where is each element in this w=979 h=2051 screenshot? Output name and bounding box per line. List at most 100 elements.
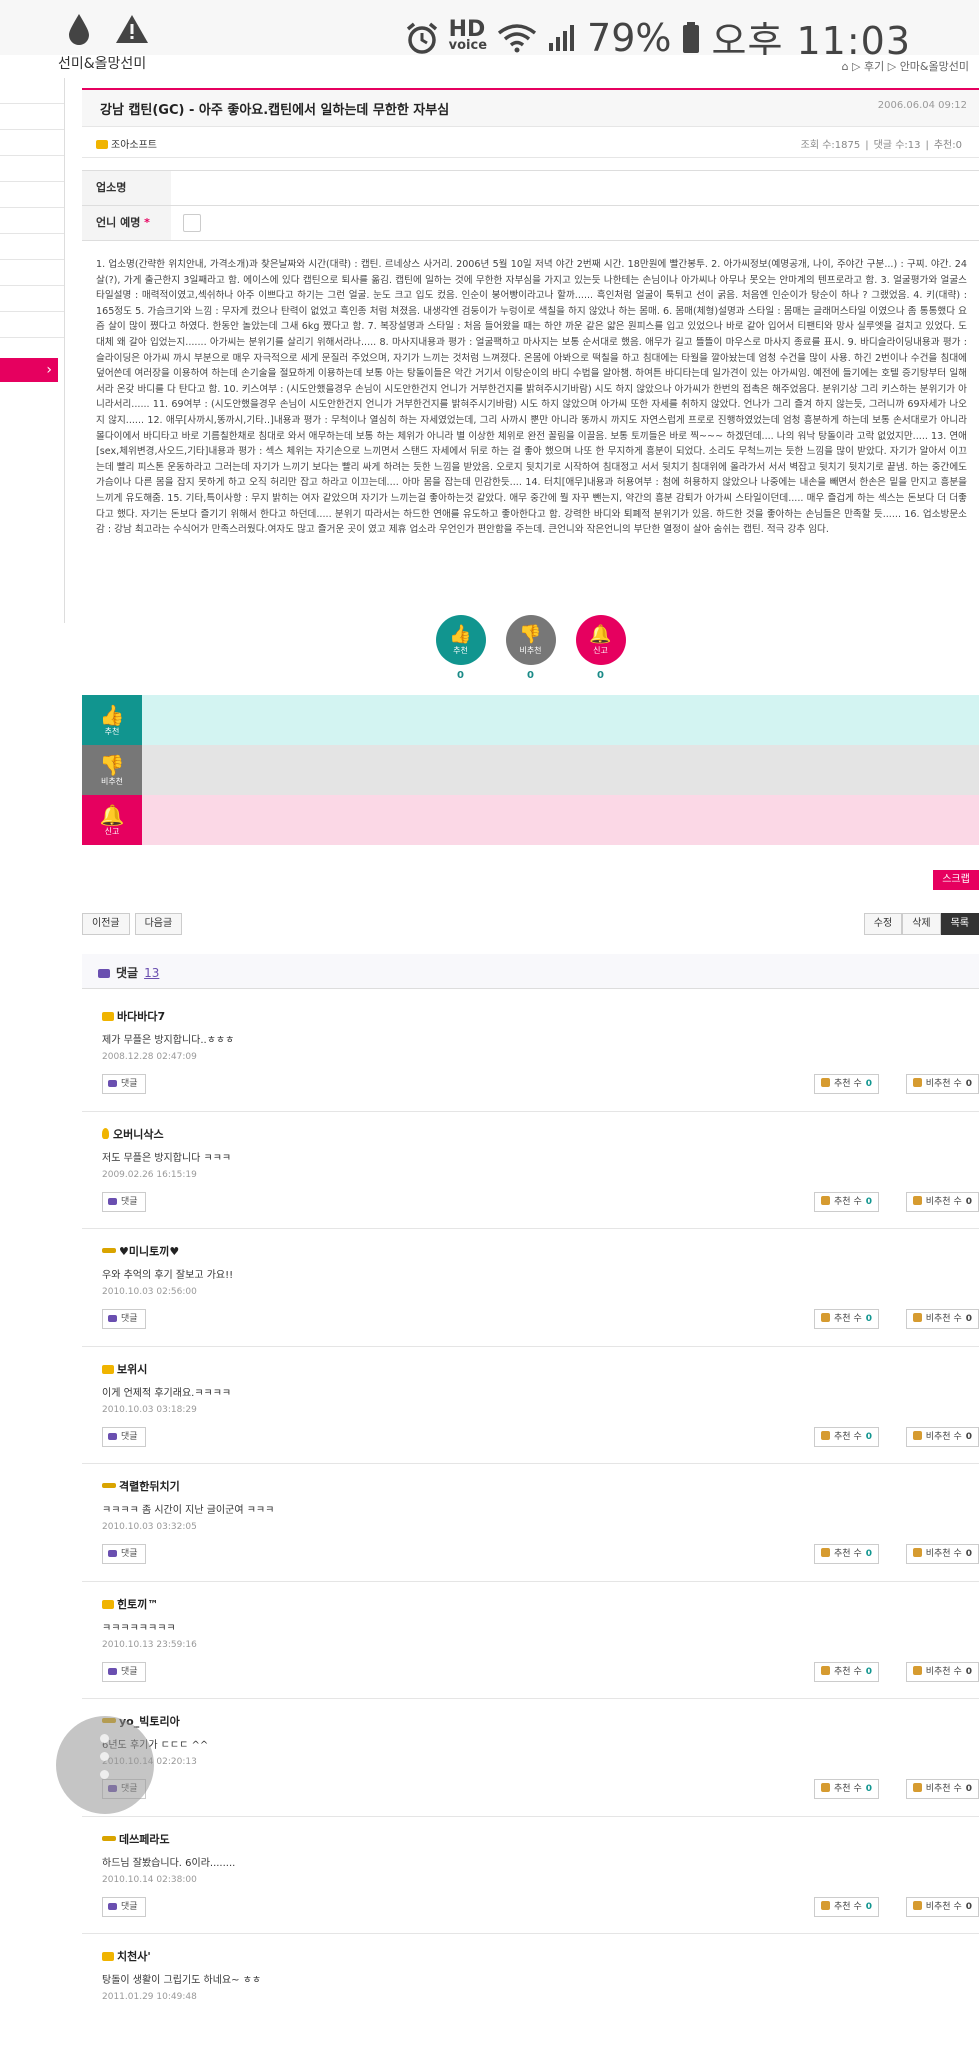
reply-button[interactable]: 댓글 [102, 1074, 146, 1094]
extra-fields: 업소명 언니 예명 * [82, 170, 979, 241]
crown-icon [102, 1599, 114, 1609]
sidebar-item[interactable] [0, 208, 64, 234]
comment-date: 2010.10.03 02:56:00 [102, 1287, 197, 1297]
comment-item: 오버니삭스 저도 무플은 방지합니다 ㅋㅋㅋ 2009.02.26 16:15:… [82, 1112, 979, 1229]
comment-count-link[interactable]: 13 [144, 966, 159, 980]
wifi-icon [497, 23, 537, 52]
nonrecommend-band[interactable]: 👎 비추천 [82, 745, 979, 795]
crown-icon [102, 1364, 114, 1374]
comment-date: 2010.10.13 23:59:16 [102, 1639, 197, 1650]
sidebar-item[interactable] [0, 260, 64, 286]
breadcrumb[interactable]: ⌂ ▷ 후기 ▷ 안마&올망선미 [842, 58, 969, 74]
comment-author[interactable]: 보위시 [102, 1361, 147, 1377]
list-button[interactable]: 목록 [940, 913, 979, 935]
comment-recommend-button[interactable]: 추천 수0 [814, 1426, 879, 1447]
recommend-band[interactable]: 👍 추천 [82, 695, 979, 745]
comment-date: 2010.10.03 03:32:05 [102, 1522, 197, 1532]
comment-nonrecommend-button[interactable]: 비추천 수0 [905, 1544, 979, 1564]
field-checkbox[interactable] [183, 214, 201, 232]
alarm-icon [406, 22, 437, 54]
comment-bubble-icon [108, 1902, 117, 1910]
comment-date: 2010.10.14 02:38:00 [102, 1874, 197, 1885]
siren-icon: 🔔 [99, 802, 125, 827]
comment-nonrecommend-button[interactable]: 비추천 수0 [905, 1661, 979, 1682]
reply-button[interactable]: 댓글 [102, 1896, 146, 1917]
comment-nonrecommend-button[interactable]: 비추천 수0 [905, 1426, 979, 1447]
level-badge-icon [102, 1835, 116, 1841]
comment-date: 2010.10.03 03:18:29 [102, 1404, 197, 1415]
top-strip: 선미&올망선미 ⌂ ▷ 후기 ▷ 안마&올망선미 [0, 55, 979, 73]
post-title: 강남 캡틴(GC) - 아주 좋아요.캡틴에서 일하는데 무한한 자부심 [100, 103, 450, 118]
comment-author[interactable]: 치천사' [102, 1948, 151, 1964]
comment-bubble-icon [108, 1197, 117, 1205]
reply-button[interactable]: 댓글 [102, 1661, 146, 1682]
comment-text: ㅋㅋㅋㅋ 좀 시간이 지난 글이군여 ㅋㅋㅋ [102, 1505, 275, 1516]
reply-button[interactable]: 댓글 [102, 1544, 146, 1564]
sidebar-item[interactable] [0, 130, 64, 156]
board-title: 선미&올망선미 [58, 56, 147, 72]
prev-post-button[interactable]: 이전글 [82, 913, 130, 935]
sidebar-item[interactable] [0, 104, 64, 130]
comment-date: 2009.02.26 16:15:19 [102, 1169, 197, 1180]
status-bar: HD voice 79% 오후 11:03 [0, 0, 979, 63]
field-label-nickname: 언니 예명 * [82, 206, 171, 240]
comment-recommend-button[interactable]: 추천 수0 [814, 1074, 879, 1094]
recommend-button[interactable]: 👍 추천 [435, 615, 486, 665]
comment-author[interactable]: 격렬한뒤치기 [102, 1478, 180, 1494]
dot-icon [100, 1752, 109, 1761]
comment-recommend-button[interactable]: 추천 수0 [814, 1661, 879, 1682]
comment-recommend-button[interactable]: 추천 수0 [814, 1544, 879, 1564]
reply-button[interactable]: 댓글 [102, 1309, 146, 1329]
sidebar-item[interactable] [0, 286, 64, 312]
comment-recommend-button[interactable]: 추천 수0 [814, 1896, 879, 1917]
sidebar-item[interactable] [0, 234, 64, 260]
crown-icon [102, 1952, 114, 1961]
thumbs-down-icon [912, 1430, 922, 1440]
water-drop-icon [69, 14, 89, 45]
lightbulb-icon [102, 1127, 109, 1139]
comment-nonrecommend-button[interactable]: 비추천 수0 [905, 1779, 979, 1799]
comment-bubble-icon [108, 1080, 117, 1087]
comment-nonrecommend-button[interactable]: 비추천 수0 [905, 1309, 979, 1329]
comment-author[interactable]: 데쓰페라도 [102, 1831, 170, 1847]
vote-bands: 👍 추천 👎 비추천 🔔 신고 [82, 695, 979, 845]
reply-button[interactable]: 댓글 [102, 1426, 146, 1447]
signal-icon [549, 24, 575, 51]
floating-menu-button[interactable] [56, 1716, 154, 1814]
thumbs-up-icon [821, 1195, 831, 1205]
report-band[interactable]: 🔔 신고 [82, 795, 979, 845]
sidebar-item[interactable] [0, 156, 64, 182]
thumbs-up-icon [821, 1548, 831, 1557]
comment-author[interactable]: 바다바다7 [102, 1008, 165, 1024]
scrap-button[interactable]: 스크랩 [933, 870, 979, 890]
sidebar-item[interactable] [0, 182, 64, 208]
sidebar-item-active[interactable]: › [0, 358, 58, 382]
comment-nonrecommend-button[interactable]: 비추천 수0 [905, 1896, 979, 1917]
sidebar-item[interactable] [0, 312, 64, 338]
comment-author[interactable]: 힌토끼™ [102, 1596, 158, 1612]
nonrecommend-button[interactable]: 👎 비추천 [505, 615, 556, 665]
comment-nonrecommend-button[interactable]: 비추천 수0 [905, 1074, 979, 1094]
post-author[interactable]: 조아소프트 [96, 136, 157, 151]
battery-percent: 79% [587, 15, 672, 60]
report-button[interactable]: 🔔 신고 [575, 615, 626, 665]
comment-item: 치천사' 탕돌이 생활이 그립기도 하네요~ ㅎㅎ 2011.01.29 10:… [82, 1934, 979, 2051]
comment-recommend-button[interactable]: 추천 수0 [814, 1309, 879, 1329]
comment-recommend-button[interactable]: 추천 수0 [814, 1779, 879, 1799]
reply-button[interactable]: 댓글 [102, 1191, 146, 1212]
delete-button[interactable]: 삭제 [902, 913, 941, 935]
thumbs-down-icon [912, 1313, 922, 1322]
comment-recommend-button[interactable]: 추천 수0 [814, 1191, 879, 1212]
comment-item: ♥미니토끼♥ 우와 추억의 후기 잘보고 가요!! 2010.10.03 02:… [82, 1229, 979, 1347]
comment-bubble-icon [108, 1550, 117, 1557]
thumbs-up-icon [821, 1665, 831, 1675]
comment-author[interactable]: 오버니삭스 [102, 1126, 164, 1142]
comment-nonrecommend-button[interactable]: 비추천 수0 [905, 1191, 979, 1212]
recommend-count-value: 0 [457, 670, 464, 681]
next-post-button[interactable]: 다음글 [134, 913, 183, 935]
comment-text: 이게 언제적 후기래요.ㅋㅋㅋㅋ [102, 1387, 232, 1399]
comment-author[interactable]: ♥미니토끼♥ [102, 1243, 179, 1259]
level-badge-icon [102, 1483, 116, 1488]
edit-button[interactable]: 수정 [863, 913, 903, 935]
sidebar-item[interactable] [0, 78, 64, 104]
